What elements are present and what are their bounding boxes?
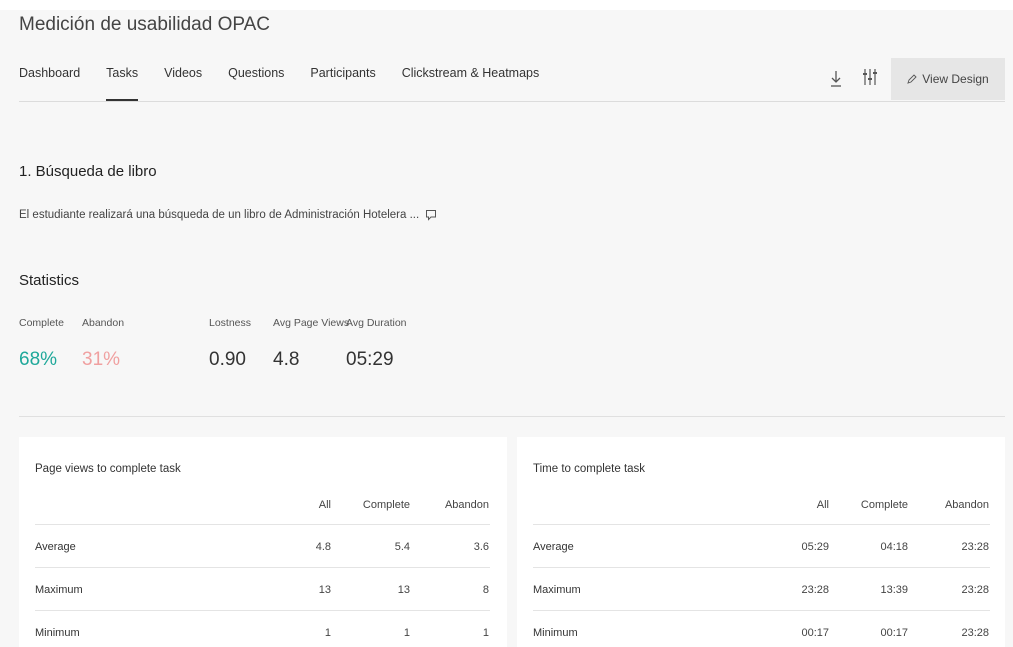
tab-participants[interactable]: Participants xyxy=(310,66,375,90)
avg-duration-value: 05:29 xyxy=(346,349,394,370)
row-label-average: Average xyxy=(35,541,76,553)
table-cell: 00:17 xyxy=(880,627,908,639)
avg-duration-label: Avg Duration xyxy=(346,317,407,329)
table-divider xyxy=(35,524,490,525)
table-cell: 05:29 xyxy=(801,541,829,553)
page-views-card-title: Page views to complete task xyxy=(35,463,181,475)
tab-bar: Dashboard Tasks Videos Questions Partici… xyxy=(19,66,565,101)
col-header-complete: Complete xyxy=(362,499,410,511)
table-cell: 1 xyxy=(324,627,331,639)
table-cell: 1 xyxy=(482,627,489,639)
page-views-card: Page views to complete task All Complete… xyxy=(19,437,507,647)
table-divider xyxy=(533,610,990,611)
table-cell: 23:28 xyxy=(801,584,829,596)
table-cell: 00:17 xyxy=(801,627,829,639)
view-design-label: View Design xyxy=(922,72,989,86)
col-header-all: All xyxy=(318,499,331,511)
abandon-value: 31% xyxy=(82,349,121,370)
task-description: El estudiante realizará una búsqueda de … xyxy=(19,209,437,221)
table-cell: 3.6 xyxy=(473,541,489,553)
col-header-abandon: Abandon xyxy=(944,499,989,511)
table-cell: 5.4 xyxy=(394,541,410,553)
tab-videos[interactable]: Videos xyxy=(164,66,202,90)
page-title: Medición de usabilidad OPAC xyxy=(19,14,271,35)
tab-questions[interactable]: Questions xyxy=(228,66,284,90)
complete-value: 68% xyxy=(19,349,58,370)
download-icon[interactable] xyxy=(828,68,844,88)
table-divider xyxy=(35,610,490,611)
avg-page-views-value: 4.8 xyxy=(273,349,300,370)
top-strip xyxy=(0,0,1013,10)
time-card-title: Time to complete task xyxy=(533,463,646,475)
complete-label: Complete xyxy=(19,317,64,329)
table-cell: 13:39 xyxy=(880,584,908,596)
table-cell: 1 xyxy=(403,627,410,639)
task-description-text: El estudiante realizará una búsqueda de … xyxy=(19,209,420,221)
col-header-complete: Complete xyxy=(860,499,908,511)
time-card: Time to complete task All Complete Aband… xyxy=(517,437,1005,647)
row-label-minimum: Minimum xyxy=(35,627,80,639)
row-label-minimum: Minimum xyxy=(533,627,578,639)
table-cell: 13 xyxy=(318,584,331,596)
col-header-abandon: Abandon xyxy=(444,499,489,511)
table-cell: 23:28 xyxy=(961,541,989,553)
table-divider xyxy=(533,567,990,568)
tab-dashboard[interactable]: Dashboard xyxy=(19,66,80,90)
comment-icon[interactable] xyxy=(425,209,437,221)
task-title: 1. Búsqueda de libro xyxy=(19,163,157,180)
table-cell: 13 xyxy=(397,584,410,596)
table-divider xyxy=(35,567,490,568)
filter-sliders-icon[interactable] xyxy=(862,67,878,87)
table-cell: 4.8 xyxy=(315,541,331,553)
col-header-all: All xyxy=(816,499,829,511)
tab-clickstream-heatmaps[interactable]: Clickstream & Heatmaps xyxy=(402,66,540,90)
table-cell: 04:18 xyxy=(880,541,908,553)
pencil-icon xyxy=(907,74,917,84)
row-label-maximum: Maximum xyxy=(533,584,581,596)
row-label-maximum: Maximum xyxy=(35,584,83,596)
tab-divider xyxy=(19,101,1005,102)
table-cell: 8 xyxy=(482,584,489,596)
tab-tasks[interactable]: Tasks xyxy=(106,66,138,101)
table-cell: 23:28 xyxy=(961,584,989,596)
lostness-label: Lostness xyxy=(209,317,252,329)
lostness-value: 0.90 xyxy=(209,349,246,370)
avg-page-views-label: Avg Page Views xyxy=(273,317,350,329)
abandon-label: Abandon xyxy=(82,317,125,329)
statistics-heading: Statistics xyxy=(19,272,80,289)
section-divider xyxy=(19,416,1005,417)
row-label-average: Average xyxy=(533,541,574,553)
table-divider xyxy=(533,524,990,525)
view-design-button[interactable]: View Design xyxy=(891,58,1005,100)
table-cell: 23:28 xyxy=(961,627,989,639)
